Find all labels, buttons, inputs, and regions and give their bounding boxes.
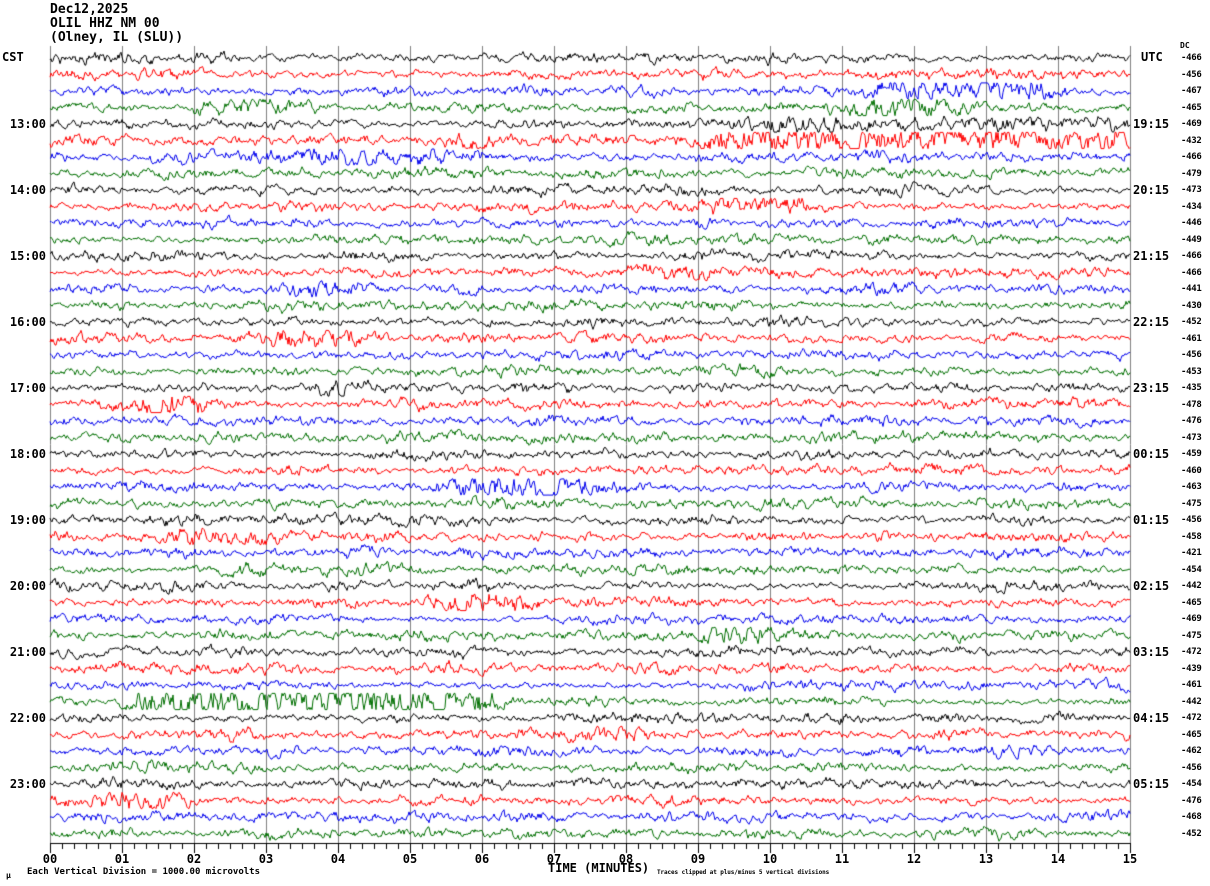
dc-offset-value: -466 [1181, 53, 1202, 63]
dc-offset-value: -435 [1181, 383, 1202, 393]
date-title: Dec12,2025 [50, 2, 129, 17]
dc-offset-value: -442 [1181, 697, 1202, 707]
utc-hour-label: 02:15 [1133, 579, 1170, 593]
cst-hour-label: 13:00 [9, 117, 46, 131]
cst-hour-label: 14:00 [9, 183, 46, 197]
dc-offset-value: -476 [1181, 796, 1202, 806]
utc-hour-label: 00:15 [1133, 447, 1170, 461]
utc-hour-label: 20:15 [1133, 183, 1170, 197]
dc-offset-value: -446 [1181, 218, 1202, 228]
utc-hour-label: 05:15 [1133, 777, 1170, 791]
x-tick-label: 04 [330, 852, 346, 866]
cst-hour-label: 18:00 [9, 447, 46, 461]
dc-offset-value: -472 [1181, 647, 1202, 657]
x-tick-label: 10 [762, 852, 778, 866]
dc-offset-value: -459 [1181, 449, 1202, 459]
webicorder-display: { "title": { "line1": "Dec12,2025", "lin… [0, 0, 1210, 886]
utc-hour-label: 19:15 [1133, 117, 1170, 131]
dc-offset-value: -468 [1181, 812, 1202, 822]
dc-offset-value: -452 [1181, 317, 1202, 327]
dc-offset-value: -460 [1181, 466, 1202, 476]
x-tick-label: 13 [978, 852, 994, 866]
cst-hour-label: 15:00 [9, 249, 46, 263]
dc-offset-value: -465 [1181, 103, 1202, 113]
utc-hour-label: 23:15 [1133, 381, 1170, 395]
dc-offset-value: -454 [1181, 779, 1202, 789]
station-title: OLIL HHZ NM 00 [50, 16, 160, 31]
dc-offset-value: -430 [1181, 301, 1202, 311]
dc-offset-value: -466 [1181, 251, 1202, 261]
x-tick-label: 09 [690, 852, 706, 866]
dc-offset-value: -466 [1181, 268, 1202, 278]
dc-offset-value: -476 [1181, 416, 1202, 426]
location-title: (Olney, IL (SLU)) [50, 30, 184, 45]
utc-hour-label: 04:15 [1133, 711, 1170, 725]
utc-hour-label: 22:15 [1133, 315, 1170, 329]
dc-offset-value: -454 [1181, 565, 1202, 575]
dc-offset-value: -449 [1181, 235, 1202, 245]
right-timezone-header: UTC [1141, 50, 1163, 64]
utc-hour-label: 21:15 [1133, 249, 1170, 263]
dc-offset-value: -456 [1181, 70, 1202, 80]
dc-offset-value: -469 [1181, 614, 1202, 624]
dc-offset-value: -469 [1181, 119, 1202, 129]
dc-offset-value: -421 [1181, 548, 1202, 558]
x-tick-label: 02 [186, 852, 202, 866]
dc-offset-value: -456 [1181, 763, 1202, 773]
dc-offset-value: -461 [1181, 680, 1202, 690]
dc-offset-value: -456 [1181, 515, 1202, 525]
x-tick-label: 11 [834, 852, 850, 866]
dc-offset-value: -432 [1181, 136, 1202, 146]
dc-offset-value: -439 [1181, 664, 1202, 674]
utc-hour-label: 01:15 [1133, 513, 1170, 527]
dc-offset-value: -434 [1181, 202, 1202, 212]
seismogram-traces-canvas [0, 0, 1210, 886]
dc-offset-value: -452 [1181, 829, 1202, 839]
utc-hour-label: 03:15 [1133, 645, 1170, 659]
dc-offset-value: -463 [1181, 482, 1202, 492]
dc-offset-value: -456 [1181, 350, 1202, 360]
x-tick-label: 05 [402, 852, 418, 866]
x-tick-label: 15 [1122, 852, 1138, 866]
dc-offset-value: -467 [1181, 86, 1202, 96]
dc-offset-value: -473 [1181, 433, 1202, 443]
dc-offset-value: -465 [1181, 598, 1202, 608]
x-tick-label: 01 [114, 852, 130, 866]
cst-hour-label: 17:00 [9, 381, 46, 395]
dc-offset-header: DC [1180, 41, 1190, 50]
dc-offset-value: -472 [1181, 713, 1202, 723]
dc-offset-value: -442 [1181, 581, 1202, 591]
cst-hour-label: 21:00 [9, 645, 46, 659]
cst-hour-label: 19:00 [9, 513, 46, 527]
left-timezone-header: CST [2, 50, 24, 64]
dc-offset-value: -478 [1181, 400, 1202, 410]
x-axis-title: TIME (MINUTES) [548, 861, 650, 875]
cst-hour-label: 23:00 [9, 777, 46, 791]
dc-offset-value: -479 [1181, 169, 1202, 179]
vertical-scale-note: Each Vertical Division = 1000.00 microvo… [27, 867, 260, 877]
dc-offset-value: -466 [1181, 152, 1202, 162]
x-tick-label: 03 [258, 852, 274, 866]
dc-offset-value: -453 [1181, 367, 1202, 377]
x-tick-label: 06 [474, 852, 490, 866]
dc-offset-value: -473 [1181, 185, 1202, 195]
cst-hour-label: 20:00 [9, 579, 46, 593]
dc-offset-value: -475 [1181, 631, 1202, 641]
x-tick-label: 00 [42, 852, 58, 866]
corner-logo-glyph: μ [6, 871, 11, 880]
cst-hour-label: 16:00 [9, 315, 46, 329]
dc-offset-value: -461 [1181, 334, 1202, 344]
dc-offset-value: -462 [1181, 746, 1202, 756]
dc-offset-value: -465 [1181, 730, 1202, 740]
cst-hour-label: 22:00 [9, 711, 46, 725]
dc-offset-value: -458 [1181, 532, 1202, 542]
x-tick-label: 12 [906, 852, 922, 866]
clipping-note: Traces clipped at plus/minus 5 vertical … [657, 869, 830, 876]
dc-offset-value: -475 [1181, 499, 1202, 509]
x-tick-label: 14 [1050, 852, 1066, 866]
dc-offset-value: -441 [1181, 284, 1202, 294]
